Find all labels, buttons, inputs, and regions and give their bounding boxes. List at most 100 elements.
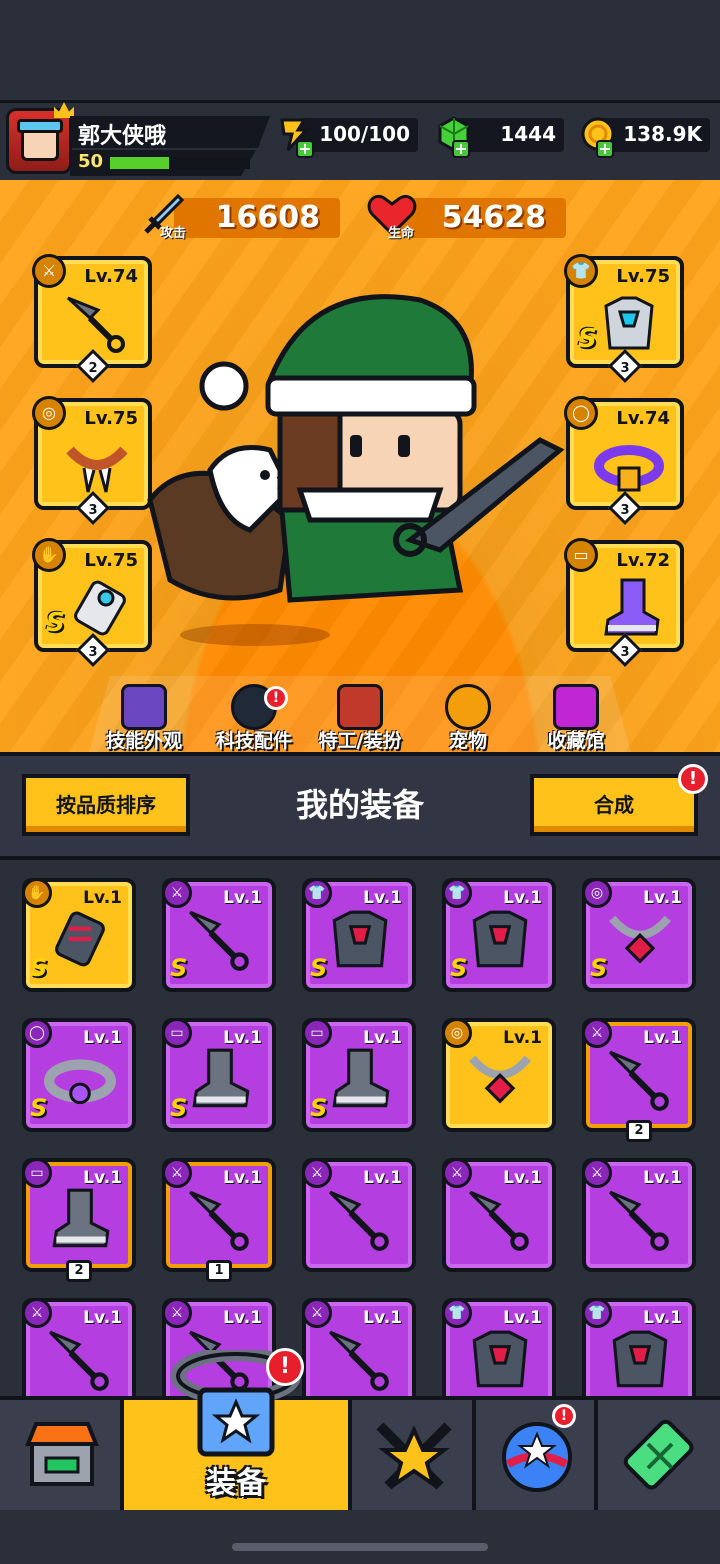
- status-area: [0, 0, 720, 100]
- agent-label: 特工/装扮: [318, 730, 402, 752]
- weapon-item-icon: [329, 1330, 389, 1391]
- hero-character[interactable]: [140, 290, 580, 640]
- merge-button[interactable]: 合成: [530, 774, 698, 836]
- weapon-item-icon: [49, 1330, 109, 1391]
- inventory-item[interactable]: ▭ Lv.1 S: [302, 1018, 416, 1132]
- gem-counter[interactable]: 1444: [456, 118, 564, 152]
- player-name: 郭大侠哦: [78, 124, 167, 149]
- gloves-type-icon: ✋: [32, 538, 66, 572]
- energy-plus-button[interactable]: +: [296, 140, 314, 158]
- attack-value: 16608: [215, 200, 320, 235]
- collection-button[interactable]: 收藏馆: [526, 684, 626, 754]
- inventory-item[interactable]: ⚔ Lv.1: [442, 1158, 556, 1272]
- inventory-item[interactable]: ⚔ Lv.1: [302, 1158, 416, 1272]
- s-rank-mark: S: [450, 954, 468, 982]
- gem-plus-button[interactable]: +: [452, 140, 470, 158]
- tab-events[interactable]: [476, 1400, 598, 1510]
- item-stars: 2: [66, 1260, 92, 1282]
- inventory-item[interactable]: 👕 Lv.1: [442, 1298, 556, 1396]
- inventory-item[interactable]: ⚔ Lv.1: [302, 1298, 416, 1396]
- inventory-item[interactable]: ✋ Lv.1 S: [22, 878, 136, 992]
- weapon-item-icon: [329, 1190, 389, 1251]
- inventory-item[interactable]: ▭ Lv.1 S: [162, 1018, 276, 1132]
- tab-equipment-label: 装备: [206, 1466, 266, 1501]
- gold-plus-button[interactable]: +: [596, 140, 614, 158]
- necklace-item-icon: [609, 915, 671, 964]
- slot-level: Lv.75: [84, 408, 138, 429]
- health-label: 生命: [388, 226, 415, 241]
- slot-level: Lv.74: [616, 408, 670, 429]
- energy-counter[interactable]: 100/100: [300, 118, 418, 152]
- player-level: 50: [78, 151, 104, 172]
- inventory-item[interactable]: ⚔ Lv.1 2: [582, 1018, 696, 1142]
- inventory-item[interactable]: 👕 Lv.1 S: [302, 878, 416, 992]
- weapon-item-icon: [189, 1190, 249, 1251]
- mech-glove-icon: [74, 580, 126, 636]
- belt-item-icon: [44, 1059, 116, 1105]
- slot-level: Lv.74: [84, 266, 138, 287]
- inventory-item[interactable]: ⚔ Lv.1: [22, 1298, 136, 1396]
- skill-skin-label: 技能外观: [105, 730, 182, 752]
- merge-alert: !: [678, 764, 708, 794]
- weapon-item-icon: [469, 1190, 529, 1251]
- home-indicator: [232, 1543, 488, 1551]
- s-rank-mark: S: [590, 954, 608, 982]
- armor-item-icon: [332, 910, 388, 968]
- dna-icon: [623, 1419, 694, 1490]
- gem-value: 1444: [500, 122, 556, 146]
- boots-item-icon: [52, 1188, 110, 1248]
- pet-label: 宠物: [448, 730, 487, 752]
- inventory-item[interactable]: ⚔ Lv.1 S: [162, 878, 276, 992]
- s-rank-mark: S: [30, 954, 48, 982]
- slot-level: Lv.75: [616, 266, 670, 287]
- tab-shop[interactable]: [0, 1400, 124, 1510]
- inventory-item[interactable]: ◎ Lv.1 S: [582, 878, 696, 992]
- skill-skin-button[interactable]: 技能外观: [94, 684, 194, 754]
- equipment-alert: !: [266, 1348, 304, 1386]
- weapon-item-icon: [609, 1050, 669, 1111]
- pet-icon: [445, 684, 491, 730]
- inventory-item[interactable]: ▭ Lv.1 2: [22, 1158, 136, 1282]
- weapon-item-icon: [609, 1190, 669, 1251]
- item-stars: 2: [626, 1120, 652, 1142]
- equip-slot-necklace[interactable]: ◎ Lv.75 3: [32, 396, 152, 525]
- tab-battle[interactable]: [352, 1400, 476, 1510]
- xp-bar: [110, 157, 250, 169]
- gloves-item-icon: [55, 911, 105, 967]
- slot-stars: 3: [88, 645, 98, 660]
- equip-slot-gloves[interactable]: ✋ Lv.75 S 3: [32, 538, 152, 667]
- equip-slot-boots[interactable]: ▭ Lv.72 3: [564, 538, 684, 667]
- equip-slot-belt[interactable]: ◯ Lv.74 3: [564, 396, 684, 525]
- inventory-item[interactable]: ⚔ Lv.1: [582, 1158, 696, 1272]
- belt-icon: [594, 445, 664, 492]
- s-rank-mark: S: [30, 1094, 48, 1122]
- inventory-item[interactable]: 👕 Lv.1 S: [442, 878, 556, 992]
- boot-icon: [604, 578, 660, 636]
- boots-item-icon: [332, 1048, 390, 1108]
- agent-button[interactable]: 特工/装扮: [310, 684, 410, 754]
- armor-type-icon: 👕: [564, 254, 598, 288]
- s-rank-mark: S: [310, 1094, 328, 1122]
- slot-stars: 2: [88, 361, 98, 376]
- energy-value: 100/100: [319, 122, 410, 146]
- slot-stars: 3: [620, 645, 630, 660]
- bottom-safe-area: [0, 1510, 720, 1564]
- inventory-item[interactable]: ⚔ Lv.1 1: [162, 1158, 276, 1282]
- tech-part-button[interactable]: 科技配件: [204, 684, 304, 754]
- equip-slot-weapon[interactable]: ⚔ Lv.74 2: [32, 254, 152, 383]
- health-stat: 54628: [400, 198, 566, 238]
- fang-necklace-icon: [66, 446, 128, 493]
- necklace-type-icon: ◎: [32, 396, 66, 430]
- inventory-item[interactable]: ◯ Lv.1 S: [22, 1018, 136, 1132]
- item-stars: 1: [206, 1260, 232, 1282]
- s-rank-mark: S: [170, 954, 188, 982]
- s-rank-mark: S: [310, 954, 328, 982]
- inventory-item[interactable]: 👕 Lv.1: [582, 1298, 696, 1396]
- sort-by-quality-button[interactable]: 按品质排序: [22, 774, 190, 836]
- inventory-item[interactable]: ◎ Lv.1: [442, 1018, 556, 1132]
- equip-slot-armor[interactable]: 👕 Lv.75 S 3: [564, 254, 684, 383]
- pet-button[interactable]: 宠物: [418, 684, 518, 754]
- gold-value: 138.9K: [623, 122, 702, 146]
- tab-lab[interactable]: [598, 1400, 720, 1510]
- weapon-item-icon: [189, 910, 249, 971]
